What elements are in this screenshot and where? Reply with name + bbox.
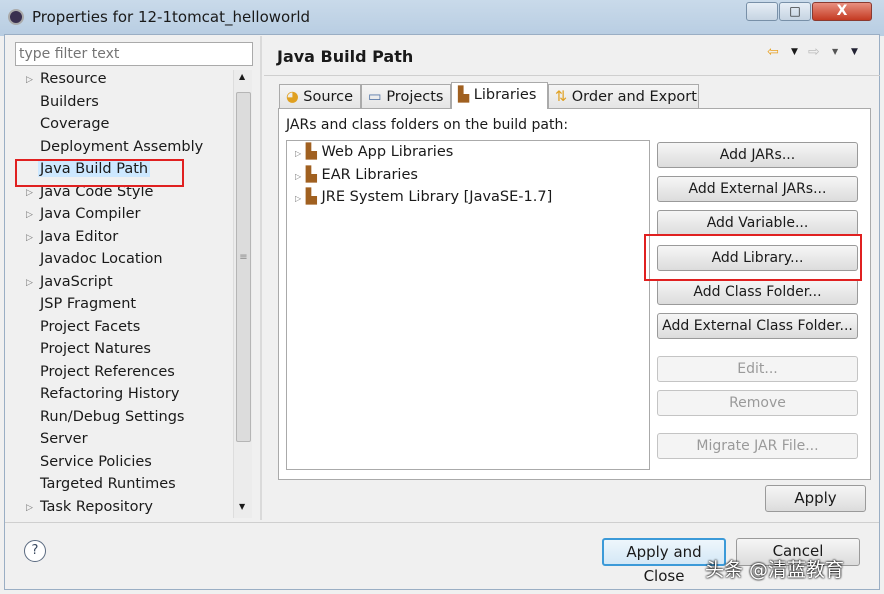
tree-scrollbar[interactable]: ▲ ≡ ▼ [233,70,252,518]
add-external-class-folder-button[interactable]: Add External Class Folder... [657,313,858,339]
back-icon[interactable]: ⇦ [767,44,779,60]
tree-item[interactable]: Targeted Runtimes [40,476,176,492]
add-class-folder-button[interactable]: Add Class Folder... [657,279,858,305]
view-menu-icon[interactable]: ▼ [851,47,858,57]
bottom-separator [5,522,879,523]
projects-icon: ▭ [368,89,382,105]
tree-panel [14,68,254,520]
tree-item[interactable]: Java Editor [40,229,118,245]
tree-item[interactable]: Deployment Assembly [40,139,203,155]
back-dropdown-icon[interactable]: ▼ [791,47,798,57]
library-label: Web App Libraries [321,144,454,160]
help-icon[interactable]: ? [24,540,46,562]
libraries-caption: JARs and class folders on the build path… [286,117,569,133]
expand-icon[interactable]: ▷ [26,233,33,243]
library-item[interactable]: ▷ ▙ JRE System Library [JavaSE-1.7] [295,189,552,205]
scroll-thumb[interactable]: ≡ [236,92,251,442]
tree-item[interactable]: Task Repository [40,499,153,515]
libraries-icon: ▙ [458,87,470,103]
tree-item[interactable]: Coverage [40,116,109,132]
libraries-list[interactable]: ▷ ▙ Web App Libraries ▷ ▙ EAR Libraries ▷ … [286,140,650,470]
window-title: Properties for 12-1tomcat_helloworld [32,8,311,26]
forward-icon[interactable]: ⇨ [808,44,820,60]
tree-item[interactable]: Project References [40,364,175,380]
add-external-jars-button[interactable]: Add External JARs... [657,176,858,202]
library-item[interactable]: ▷ ▙ Web App Libraries [295,144,453,160]
watermark: 头条 @清蓝教育 [705,559,845,581]
library-icon: ▙ [305,166,317,183]
library-icon: ▙ [305,189,317,205]
expand-icon[interactable]: ▷ [295,194,301,203]
add-jars-button[interactable]: Add JARs... [657,142,858,168]
maximize-button[interactable]: □ [779,2,811,21]
library-item[interactable]: ▷ ▙ EAR Libraries [295,167,418,183]
expand-icon[interactable]: ▷ [295,149,301,158]
title-bar: Properties for 12-1tomcat_helloworld □ X [0,0,884,36]
expand-icon[interactable]: ▷ [26,503,33,513]
remove-button[interactable]: Remove [657,390,858,416]
highlight-java-build-path [15,159,184,187]
tree-item[interactable]: Service Policies [40,454,152,470]
forward-dropdown-icon[interactable]: ▼ [832,47,838,56]
tab-libraries[interactable]: ▙ Libraries [451,82,548,109]
library-icon: ▙ [305,144,317,160]
minimize-button[interactable] [746,2,778,21]
highlight-add-library [644,234,862,281]
expand-icon[interactable]: ▷ [26,188,33,198]
filter-input[interactable] [15,42,253,66]
library-label: EAR Libraries [321,166,418,183]
tree-item[interactable]: Javadoc Location [40,251,163,267]
tab-order-and-export[interactable]: ⇅ Order and Export [548,84,699,109]
tree-item[interactable]: Server [40,431,88,447]
tree-item[interactable]: Builders [40,94,99,110]
order-export-icon: ⇅ [555,89,568,105]
tree-item[interactable]: Resource [40,71,107,87]
source-icon: ◕ [286,89,299,105]
migrate-jar-button[interactable]: Migrate JAR File... [657,433,858,459]
library-label: JRE System Library [JavaSE-1.7] [321,189,553,205]
panel-divider[interactable] [260,36,262,520]
tree-item[interactable]: Java Compiler [40,206,141,222]
edit-button[interactable]: Edit... [657,356,858,382]
eclipse-icon [8,9,24,25]
expand-icon[interactable]: ▷ [26,210,33,220]
expand-icon[interactable]: ▷ [26,278,33,288]
title-separator [264,75,880,76]
close-button[interactable]: X [812,2,872,21]
expand-icon[interactable]: ▷ [26,75,33,85]
tree-item[interactable]: JavaScript [40,274,113,290]
tree-item[interactable]: JSP Fragment [40,296,136,312]
scroll-up-icon[interactable]: ▲ [239,72,245,81]
tab-projects[interactable]: ▭ Projects [361,84,451,109]
add-variable-button[interactable]: Add Variable... [657,210,858,236]
page-title: Java Build Path [277,47,414,66]
apply-button[interactable]: Apply [765,485,866,512]
scroll-down-icon[interactable]: ▼ [239,502,245,511]
tab-source[interactable]: ◕ Source [279,84,361,109]
tree-item[interactable]: Project Facets [40,319,140,335]
tree-item[interactable]: Refactoring History [40,386,179,402]
expand-icon[interactable]: ▷ [295,172,301,181]
tree-item[interactable]: Run/Debug Settings [40,409,184,425]
tree-item[interactable]: Project Natures [40,341,151,357]
